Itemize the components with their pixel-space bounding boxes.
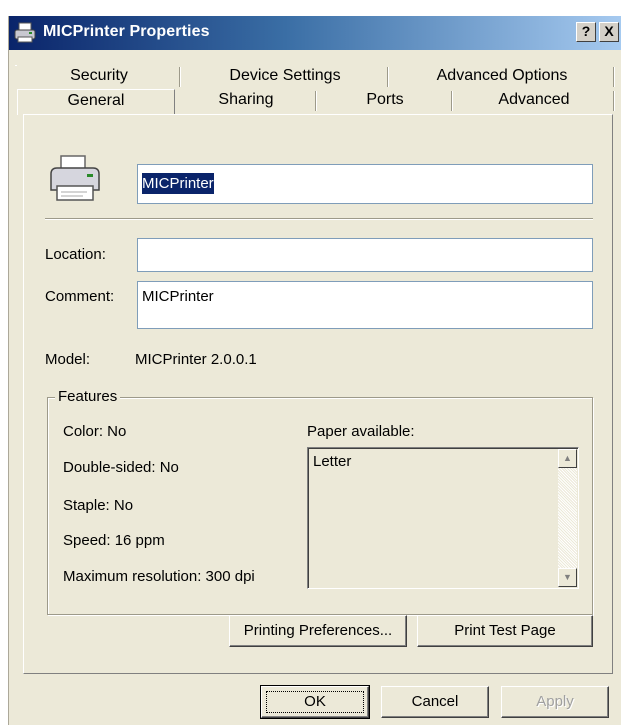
location-input[interactable] [137, 238, 593, 272]
tab-advanced-options[interactable]: Advanced Options [389, 65, 615, 89]
model-value: MICPrinter 2.0.0.1 [135, 351, 257, 368]
feature-double-sided: Double-sided: No [63, 459, 179, 476]
paper-scrollbar[interactable] [558, 449, 577, 587]
feature-max-resolution: Maximum resolution: 300 dpi [63, 568, 255, 585]
scroll-down-arrow-icon[interactable]: ▼ [558, 568, 577, 587]
separator [45, 218, 593, 220]
tab-ports[interactable]: Ports [317, 89, 453, 115]
tab-advanced[interactable]: Advanced [453, 89, 615, 115]
features-legend: Features [55, 388, 121, 405]
printer-name-value: MICPrinter [142, 173, 214, 194]
model-label: Model: [45, 351, 91, 368]
close-button[interactable]: X [599, 22, 619, 42]
tab-device-settings-label: Device Settings [229, 67, 341, 84]
paper-available-label: Paper available: [307, 423, 415, 440]
feature-staple: Staple: No [63, 497, 134, 514]
tab-ports-label: Ports [366, 91, 404, 108]
properties-dialog: MICPrinter Properties ? X Security Devic… [8, 16, 621, 725]
paper-list-item[interactable]: Letter [313, 453, 351, 470]
focus-rectangle [266, 691, 364, 713]
print-test-page-button[interactable]: Print Test Page [417, 615, 593, 647]
window-title: MICPrinter Properties [43, 23, 210, 40]
printer-large-icon [50, 155, 100, 201]
tab-security-label: Security [70, 67, 128, 84]
tab-general-label: General [67, 92, 125, 109]
title-bar[interactable]: MICPrinter Properties ? X [9, 16, 621, 50]
tab-general[interactable]: General [17, 89, 175, 115]
scroll-up-arrow-icon[interactable]: ▲ [558, 449, 577, 468]
location-label: Location: [45, 246, 106, 263]
printing-preferences-button[interactable]: Printing Preferences... [229, 615, 407, 647]
tab-device-settings[interactable]: Device Settings [181, 65, 389, 89]
printer-name-input[interactable]: MICPrinter [137, 164, 593, 204]
feature-speed: Speed: 16 ppm [63, 532, 165, 549]
cancel-button[interactable]: Cancel [381, 686, 489, 718]
tab-sharing[interactable]: Sharing [175, 89, 317, 115]
feature-color: Color: No [63, 423, 127, 440]
tab-advanced-label: Advanced [498, 91, 570, 108]
tab-sharing-label: Sharing [218, 91, 274, 108]
comment-label: Comment: [45, 288, 115, 305]
tab-security[interactable]: Security [17, 65, 181, 89]
help-button[interactable]: ? [576, 22, 596, 42]
ok-button[interactable]: OK [260, 685, 370, 719]
printer-icon [14, 22, 36, 43]
apply-button[interactable]: Apply [501, 686, 609, 718]
tab-advanced-options-label: Advanced Options [436, 67, 568, 84]
comment-input[interactable]: MICPrinter [137, 281, 593, 329]
